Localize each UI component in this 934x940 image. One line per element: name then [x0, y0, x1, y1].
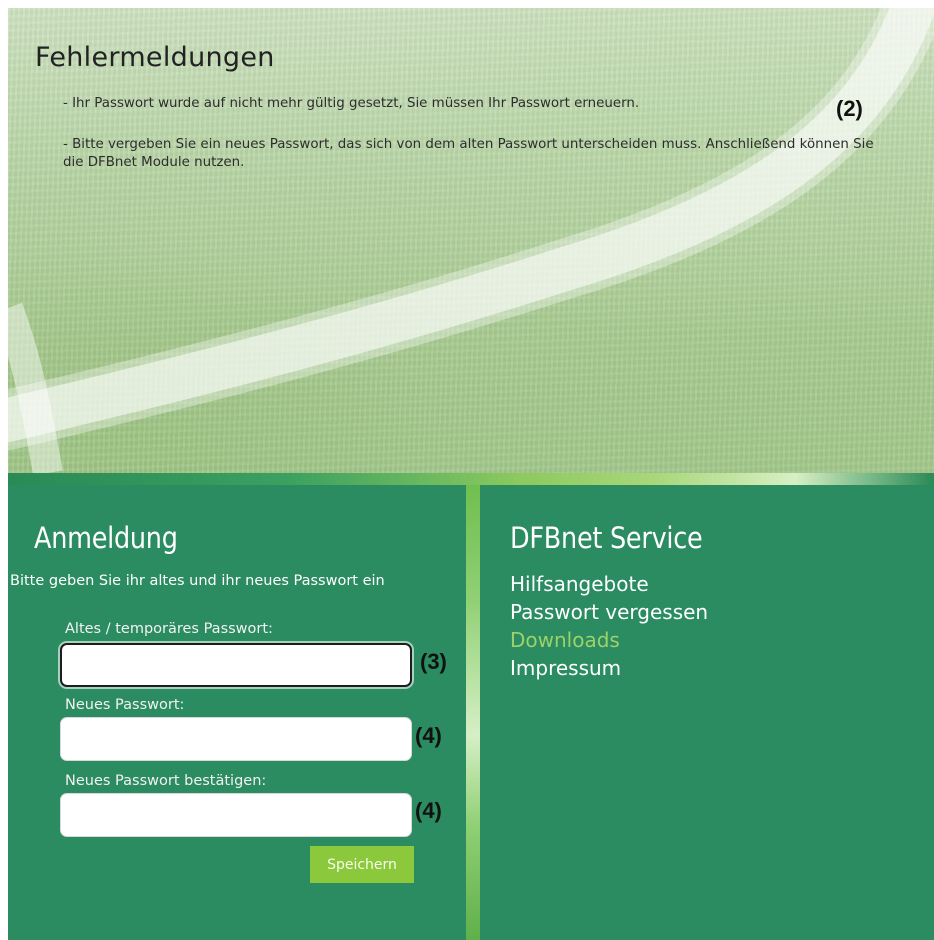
section-divider — [8, 473, 934, 485]
confirm-password-label: Neues Passwort bestätigen: — [65, 773, 267, 789]
new-password-input[interactable] — [60, 717, 412, 761]
forgot-password-link[interactable]: Passwort vergessen — [510, 600, 708, 624]
annotation-label: (2) — [836, 96, 863, 121]
error-section: Fehlermeldungen - Ihr Passwort wurde auf… — [8, 8, 934, 473]
list-item: Hilfsangebote — [510, 571, 708, 599]
panel-separator — [466, 485, 480, 940]
new-password-label: Neues Passwort: — [65, 697, 185, 713]
login-intro: Bitte geben Sie ihr altes und ihr neues … — [10, 573, 385, 589]
annotation-label: (3) — [420, 649, 447, 674]
annotation-label: (4) — [415, 723, 442, 748]
login-title: Anmeldung — [34, 521, 178, 555]
list-item: Impressum — [510, 655, 708, 683]
confirm-password-input[interactable] — [60, 793, 412, 837]
error-title: Fehlermeldungen — [35, 42, 275, 73]
annotation-label: (4) — [415, 798, 442, 823]
pitch-line-graphic — [8, 8, 934, 473]
service-links: Hilfsangebote Passwort vergessen Downloa… — [510, 571, 708, 683]
old-password-input[interactable] — [60, 643, 412, 687]
error-message: - Bitte vergeben Sie ein neues Passwort,… — [63, 137, 874, 170]
help-link[interactable]: Hilfsangebote — [510, 572, 649, 596]
imprint-link[interactable]: Impressum — [510, 656, 621, 680]
error-message: - Ihr Passwort wurde auf nicht mehr gült… — [63, 96, 640, 111]
service-panel: DFBnet Service Hilfsangebote Passwort ve… — [480, 485, 934, 940]
login-panel: Anmeldung Bitte geben Sie ihr altes und … — [8, 485, 466, 940]
service-title: DFBnet Service — [510, 521, 703, 555]
save-button[interactable]: Speichern — [310, 846, 414, 883]
old-password-label: Altes / temporäres Passwort: — [65, 621, 273, 637]
downloads-link[interactable]: Downloads — [510, 628, 620, 652]
list-item: Downloads — [510, 627, 708, 655]
list-item: Passwort vergessen — [510, 599, 708, 627]
